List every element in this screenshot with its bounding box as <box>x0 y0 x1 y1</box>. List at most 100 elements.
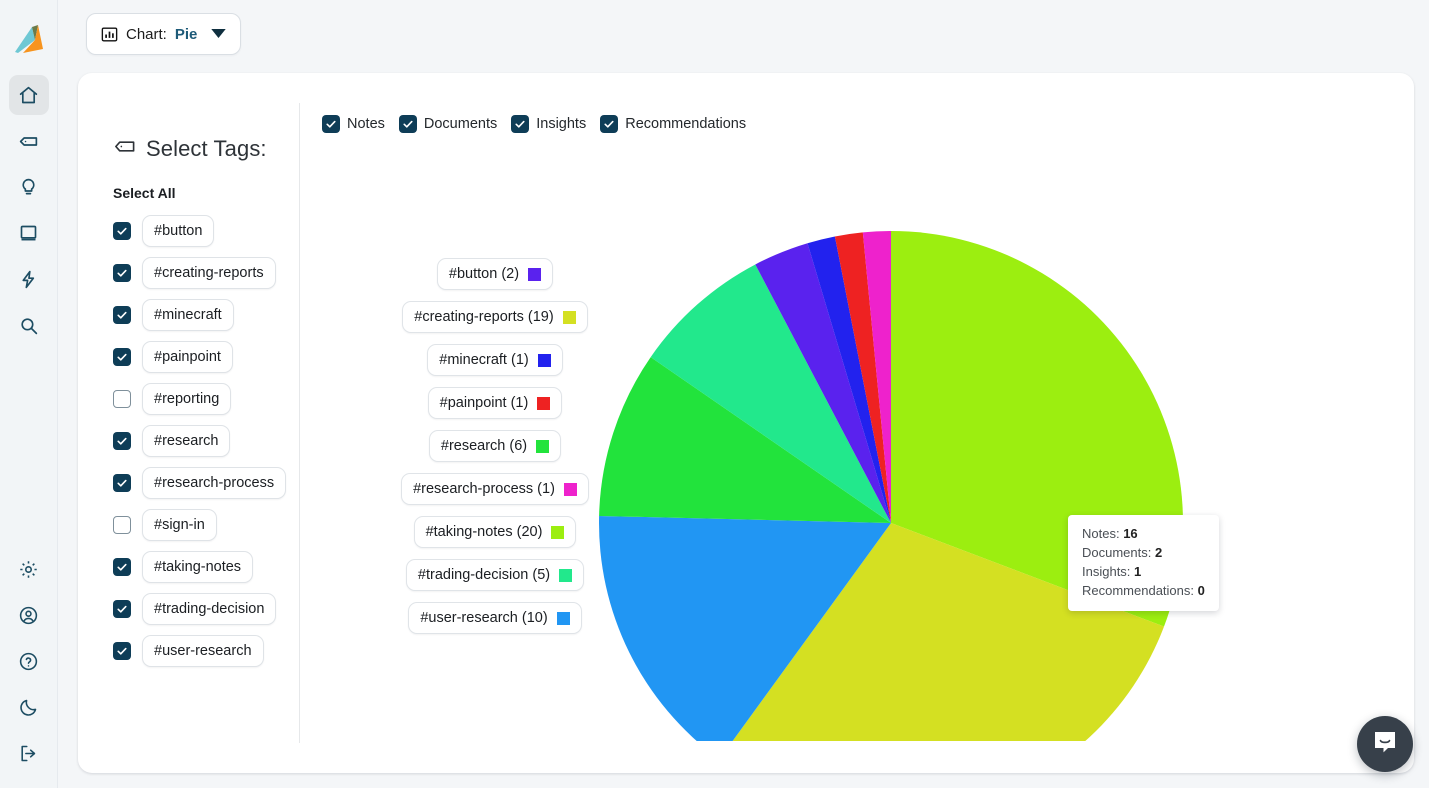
tag-pill[interactable]: #minecraft <box>142 299 234 331</box>
sidebar-item-library[interactable] <box>9 213 49 253</box>
legend-pill[interactable]: #button (2) <box>436 258 554 290</box>
sidebar-item-dark-mode[interactable] <box>9 687 49 727</box>
sidebar-item-tags[interactable] <box>9 121 49 161</box>
legend-pill-label: #user-research (10) <box>420 610 548 626</box>
series-checkbox[interactable] <box>322 115 340 133</box>
tag-checkbox[interactable] <box>113 264 131 282</box>
app-logo-icon[interactable] <box>9 16 49 58</box>
tooltip-label: Recommendations: <box>1082 583 1194 598</box>
tag-checkbox[interactable] <box>113 390 131 408</box>
legend-pill[interactable]: #research (6) <box>428 430 562 462</box>
tag-row: #research-process <box>113 467 299 499</box>
tag-panel-header: Select Tags: <box>113 135 299 163</box>
series-legend-label: Documents <box>423 116 498 132</box>
tag-pill[interactable]: #user-research <box>142 635 264 667</box>
tag-pill[interactable]: #research <box>142 425 231 457</box>
tooltip-label: Documents: <box>1082 545 1152 560</box>
tag-pill[interactable]: #creating-reports <box>142 257 276 289</box>
sidebar-item-search[interactable] <box>9 305 49 345</box>
gear-icon <box>18 559 39 580</box>
tag-pill[interactable]: #sign-in <box>142 509 217 541</box>
sidebar-item-account[interactable] <box>9 595 49 635</box>
tag-checkbox[interactable] <box>113 642 131 660</box>
tag-checkbox[interactable] <box>113 432 131 450</box>
search-icon <box>18 315 39 336</box>
legend-color-swatch <box>562 310 576 324</box>
main-card: Select Tags: Select All #button #creating… <box>78 73 1414 788</box>
tooltip-label: Insights: <box>1082 564 1131 579</box>
pie-chart-svg[interactable] <box>590 81 1290 788</box>
chat-launcher-button[interactable] <box>1357 716 1413 772</box>
tag-pill[interactable]: #research-process <box>142 467 287 499</box>
tag-pill[interactable]: #trading-decision <box>142 593 277 625</box>
tooltip-row: Insights: 1 <box>1082 562 1205 581</box>
tag-checkbox[interactable] <box>113 600 131 618</box>
tooltip-row: Documents: 2 <box>1082 543 1205 562</box>
home-icon <box>18 85 39 106</box>
tag-checkbox[interactable] <box>113 474 131 492</box>
legend-pill-label: #button (2) <box>448 266 520 282</box>
legend-pill[interactable]: #painpoint (1) <box>427 387 563 419</box>
legend-color-swatch <box>537 396 551 410</box>
tooltip-value: 1 <box>1134 564 1142 579</box>
tooltip-label: Notes: <box>1082 526 1120 541</box>
tooltip-row: Recommendations: 0 <box>1082 581 1205 600</box>
select-all-label[interactable]: Select All <box>113 185 299 201</box>
legend-pill[interactable]: #creating-reports (19) <box>402 301 588 333</box>
legend-pill[interactable]: #trading-decision (5) <box>405 559 585 591</box>
series-legend-item[interactable]: Documents <box>398 115 498 133</box>
tag-checkbox[interactable] <box>113 558 131 576</box>
legend-pill[interactable]: #research-process (1) <box>401 473 589 505</box>
chevron-down-icon[interactable] <box>211 25 227 43</box>
sidebar-item-logout[interactable] <box>9 733 49 773</box>
sidebar-item-home[interactable] <box>8 75 49 115</box>
tag-pill[interactable]: #button <box>142 215 215 247</box>
tooltip-value: 16 <box>1123 526 1138 541</box>
legend-pill[interactable]: #minecraft (1) <box>427 344 563 376</box>
series-legend-label: Notes <box>347 116 385 132</box>
chart-tooltip: Notes: 16 Documents: 2 Insights: 1 Recommen… <box>1068 515 1219 611</box>
tooltip-row: Notes: 16 <box>1082 524 1205 543</box>
sidebar-primary-nav <box>8 72 49 348</box>
series-legend-item[interactable]: Insights <box>511 115 586 133</box>
chart-type-value: Pie <box>174 25 198 43</box>
tag-selection-panel: Select Tags: Select All #button #creating… <box>78 103 300 743</box>
sidebar-item-actions[interactable] <box>9 259 49 299</box>
legend-pill-label: #trading-decision (5) <box>417 567 551 583</box>
series-legend-item[interactable]: Notes <box>322 115 385 133</box>
tag-pill[interactable]: #painpoint <box>142 341 233 373</box>
tag-list: #button #creating-reports #minecraft #painp… <box>113 215 299 667</box>
chart-type-selector[interactable]: Chart: Pie <box>86 13 242 55</box>
tag-checkbox[interactable] <box>113 222 131 240</box>
question-icon <box>18 651 39 672</box>
book-icon <box>18 223 39 244</box>
sidebar-secondary-nav <box>9 546 49 776</box>
tag-checkbox[interactable] <box>113 516 131 534</box>
chat-bubble-icon <box>1371 728 1399 761</box>
sidebar-item-settings[interactable] <box>9 549 49 589</box>
tag-row: #reporting <box>113 383 299 415</box>
tag-row: #button <box>113 215 299 247</box>
legend-pill-label: #creating-reports (19) <box>414 309 554 325</box>
series-checkbox[interactable] <box>511 115 530 133</box>
legend-color-swatch <box>537 353 551 367</box>
tag-row: #creating-reports <box>113 257 299 289</box>
sidebar-item-help[interactable] <box>9 641 49 681</box>
lightbulb-icon <box>18 177 39 198</box>
series-checkbox[interactable] <box>398 115 417 133</box>
tag-checkbox[interactable] <box>113 348 131 366</box>
logout-icon <box>18 743 39 764</box>
tag-row: #minecraft <box>113 299 299 331</box>
tag-pill[interactable]: #reporting <box>142 383 232 415</box>
legend-pill[interactable]: #user-research (10) <box>408 602 582 634</box>
legend-pill-label: #research (6) <box>440 438 528 454</box>
legend-color-swatch <box>536 439 550 453</box>
legend-pill-label: #taking-notes (20) <box>425 524 543 540</box>
tag-row: #sign-in <box>113 509 299 541</box>
chart-area: Notes Documents Insights Recommendations #b… <box>300 73 1414 788</box>
tag-icon <box>18 131 39 152</box>
sidebar-item-insights[interactable] <box>9 167 49 207</box>
tag-pill[interactable]: #taking-notes <box>142 551 254 583</box>
tag-checkbox[interactable] <box>113 306 131 324</box>
legend-pill[interactable]: #taking-notes (20) <box>413 516 577 548</box>
